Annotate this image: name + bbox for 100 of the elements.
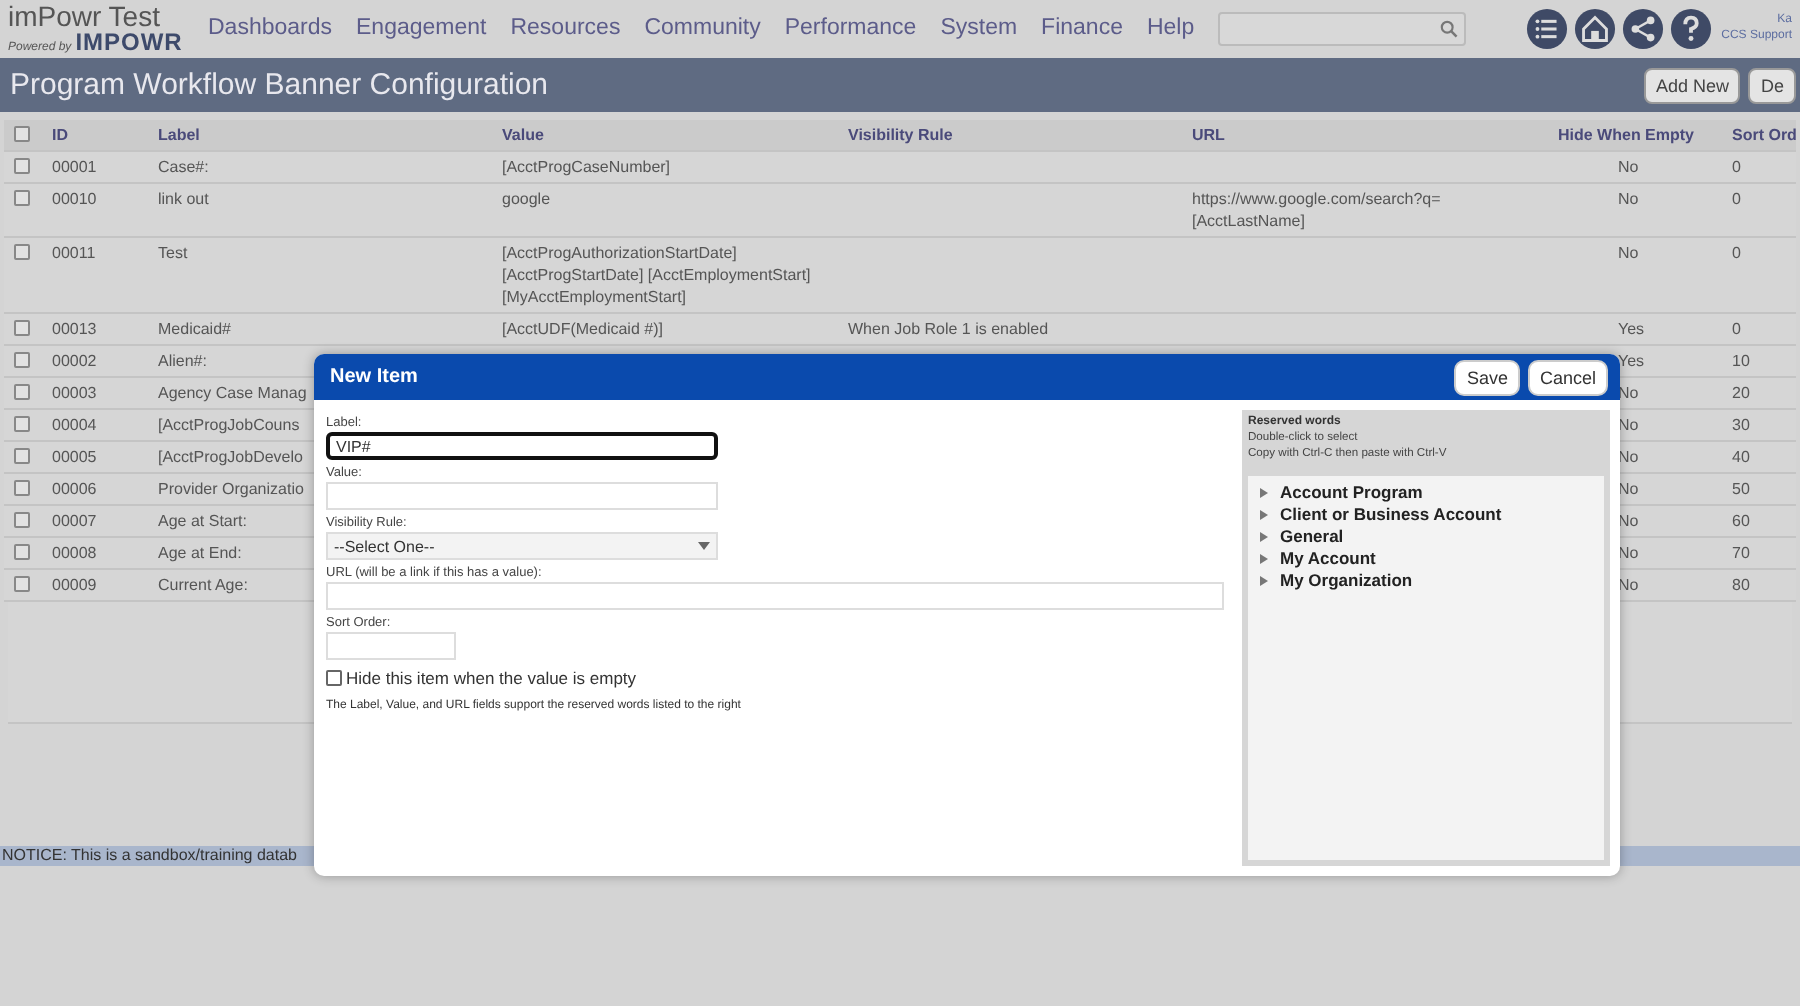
row-checkbox[interactable] xyxy=(14,384,30,400)
input-field[interactable]: VIP# xyxy=(326,432,718,460)
nav-menu-item[interactable]: Resources xyxy=(498,16,633,40)
table-cell: When Job Role 1 is enabled xyxy=(848,320,1049,338)
table-cell-text: 00001 xyxy=(50,156,99,180)
column-header[interactable]: Value xyxy=(502,126,544,144)
input-field[interactable] xyxy=(326,582,1224,610)
table-cell: [AcctProgAuthorizationStartDate] [AcctProgStartDate] [AcctEmploymentStart] [MyAcctEmploymentStart] xyxy=(502,244,811,306)
table-cell: Provider Organizatio xyxy=(158,480,304,498)
column-header[interactable]: Hide When Empty xyxy=(1558,126,1695,144)
column-header[interactable]: Visibility Rule xyxy=(848,126,953,144)
nav-menu-item[interactable]: Performance xyxy=(772,16,929,40)
row-checkbox[interactable] xyxy=(14,416,30,432)
table-cell: Alien#: xyxy=(158,352,207,370)
table-cell-text: 30 xyxy=(1730,414,1752,438)
table-cell-text: 00005 xyxy=(50,446,99,470)
column-header[interactable]: URL xyxy=(1192,126,1225,144)
column-header[interactable]: Label xyxy=(158,126,200,144)
table-cell-text: 00013 xyxy=(50,318,99,342)
table-cell-text: 0 xyxy=(1730,156,1743,180)
nav-menu-item[interactable]: Dashboards xyxy=(196,16,345,40)
table-cell-text: 0 xyxy=(1730,318,1743,342)
page-title: Program Workflow Banner Configuration xyxy=(10,68,549,102)
toolbar-button[interactable]: Add New xyxy=(1643,67,1741,103)
nav-menu-item[interactable]: Finance xyxy=(1029,16,1135,40)
table-cell: google xyxy=(502,190,551,208)
nav-menu-item[interactable]: Community xyxy=(632,16,773,40)
help-icon[interactable] xyxy=(1669,7,1712,49)
table-cell-text: 10 xyxy=(1730,350,1752,374)
table-cell-text: 50 xyxy=(1730,478,1752,502)
column-header[interactable]: ID xyxy=(52,126,68,144)
tree-item[interactable]: Client or Business Account xyxy=(1260,504,1592,524)
home-icon[interactable] xyxy=(1573,7,1616,49)
table-cell: link out xyxy=(158,190,209,208)
row-checkbox[interactable] xyxy=(14,352,30,368)
table-cell: [AcctUDF(Medicaid #)] xyxy=(502,320,663,338)
nav-menu-item[interactable]: Engagement xyxy=(344,16,499,40)
row-checkbox[interactable] xyxy=(14,544,30,560)
toolbar-button[interactable]: De xyxy=(1748,67,1796,103)
brand-logo: IMPOWR xyxy=(75,30,183,54)
search-field[interactable] xyxy=(1218,11,1467,45)
table-cell-text: 70 xyxy=(1730,542,1752,566)
table-cell: Test xyxy=(158,244,188,262)
checkbox-label[interactable]: Hide this item when the value is empty xyxy=(346,668,637,688)
table-cell-text: 00009 xyxy=(50,574,99,598)
table-cell: https://www.google.com/search?q=[AcctLastName] xyxy=(1192,190,1441,230)
list-icon[interactable] xyxy=(1525,7,1568,49)
dialog-button[interactable]: Save xyxy=(1454,359,1520,395)
table-cell-text: 80 xyxy=(1730,574,1752,598)
input-field[interactable] xyxy=(326,632,456,660)
column-header[interactable]: Sort Ord xyxy=(1732,126,1797,144)
row-checkbox[interactable] xyxy=(14,244,30,260)
table-cell: Age at Start: xyxy=(158,512,247,530)
checkbox[interactable] xyxy=(326,670,342,686)
table-cell: Case#: xyxy=(158,158,209,176)
table-cell-text: 0 xyxy=(1730,188,1743,212)
row-checkbox[interactable] xyxy=(14,512,30,528)
table-cell: No xyxy=(1618,190,1639,208)
search-icon xyxy=(1440,19,1459,37)
table-cell-text: 00006 xyxy=(50,478,99,502)
table-cell-text: 00011 xyxy=(50,242,98,266)
tree-item[interactable]: General xyxy=(1260,526,1592,546)
table-cell-text: 60 xyxy=(1730,510,1752,534)
table-cell: [AcctProgJobCouns xyxy=(158,416,300,434)
row-checkbox[interactable] xyxy=(14,576,30,592)
table-cell: No xyxy=(1618,244,1639,262)
table-cell: Current Age: xyxy=(158,576,248,594)
table-cell: No xyxy=(1618,158,1639,176)
table-cell-text: 00003 xyxy=(50,382,99,406)
row-checkbox[interactable] xyxy=(14,320,30,336)
table-cell: Agency Case Manag xyxy=(158,384,307,402)
app-title: imPowr Test xyxy=(8,2,162,30)
table-cell-text: 00004 xyxy=(50,414,99,438)
table-cell: Medicaid# xyxy=(158,320,231,338)
table-cell-text: 00010 xyxy=(50,188,99,212)
table-cell: Yes xyxy=(1618,352,1645,370)
nav-menu-item[interactable]: Help xyxy=(1134,16,1207,40)
tree-item[interactable]: My Organization xyxy=(1260,570,1592,590)
tree-item[interactable]: My Account xyxy=(1260,548,1592,568)
table-cell-text: 0 xyxy=(1730,242,1743,266)
dialog-title: New Item xyxy=(330,366,418,388)
dropdown-caret-icon xyxy=(698,542,710,550)
table-cell: [AcctProgJobDevelo xyxy=(158,448,303,466)
input-field[interactable] xyxy=(326,482,718,510)
table-cell-text: 00008 xyxy=(50,542,99,566)
table-cell-text: 00002 xyxy=(50,350,99,374)
table-cell-text: 20 xyxy=(1730,382,1752,406)
select-all-checkbox[interactable] xyxy=(14,126,30,142)
table-cell: Age at End: xyxy=(158,544,242,562)
row-checkbox[interactable] xyxy=(14,448,30,464)
row-checkbox[interactable] xyxy=(14,190,30,206)
tree-item[interactable]: Account Program xyxy=(1260,482,1592,502)
select-field[interactable]: --Select One-- xyxy=(326,532,718,560)
dialog-button[interactable]: Cancel xyxy=(1527,359,1608,395)
table-cell: [AcctProgCaseNumber] xyxy=(502,158,671,176)
table-cell-text: 00007 xyxy=(50,510,99,534)
nav-menu-item[interactable]: System xyxy=(928,16,1030,40)
row-checkbox[interactable] xyxy=(14,158,30,174)
row-checkbox[interactable] xyxy=(14,480,30,496)
share-icon[interactable] xyxy=(1621,7,1664,49)
